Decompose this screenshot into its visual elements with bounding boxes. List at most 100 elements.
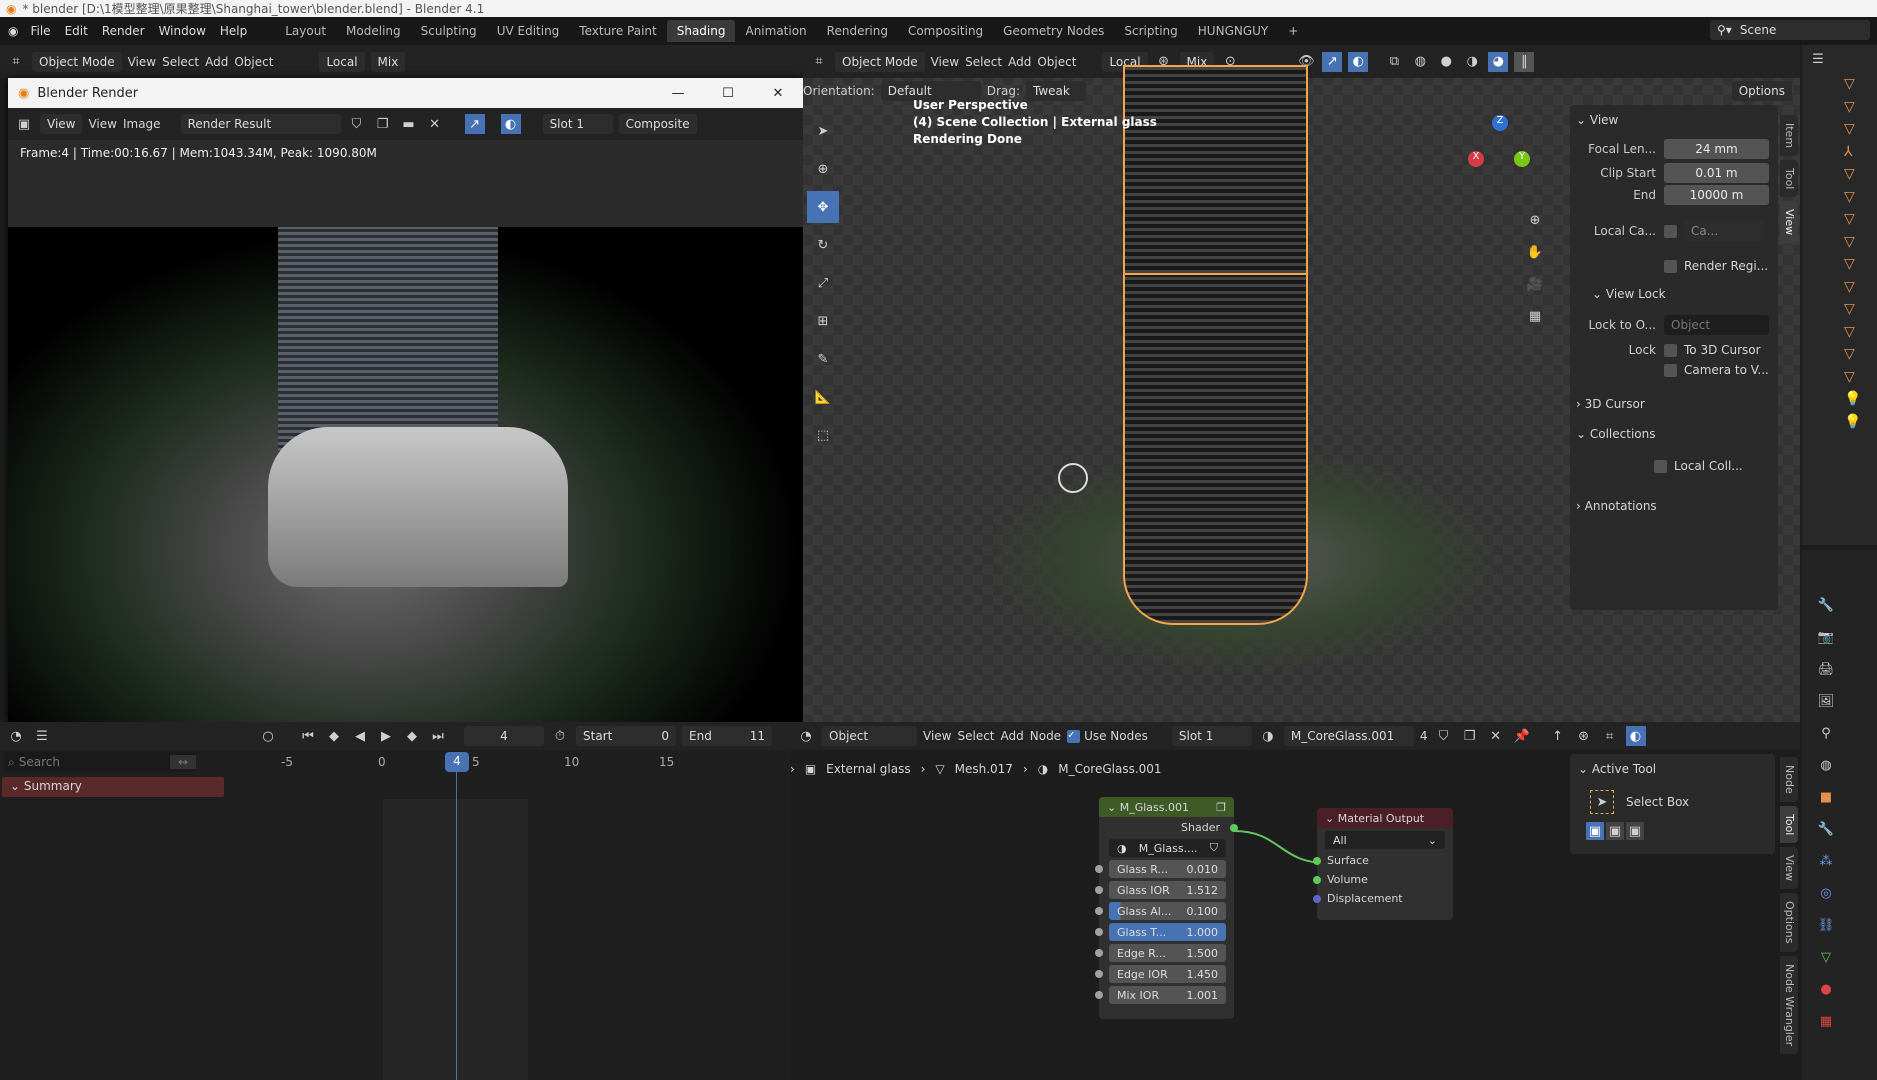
editor-type-icon[interactable]: ⌗ [6,52,26,72]
input-socket[interactable] [1095,991,1103,999]
view-layer-properties-icon[interactable]: 🖼 [1816,691,1836,711]
properties-editor[interactable]: 🔧 📷 🖨 🖼 ⚲ ◍ ■ 🔧 ⁂ ◎ ⛓ ▽ ● ▦ [1802,550,1877,1080]
navigation-gizmo[interactable]: Z X Y [1468,115,1538,195]
displacement-socket[interactable] [1313,895,1321,903]
mesh-object-icon[interactable]: ▽ [1844,253,1877,276]
xray-icon[interactable]: ⧉ [1384,52,1404,72]
local-camera-checkbox[interactable] [1664,224,1677,238]
input-socket[interactable] [1095,907,1103,915]
light-object-icon[interactable]: 💡 [1844,388,1877,411]
mesh-object-icon[interactable]: ▽ [1844,208,1877,231]
transform-orientation-dropdown[interactable]: Local [319,51,365,72]
gizmo-toggle-icon[interactable]: ↗ [464,114,485,134]
light-object-icon[interactable]: 💡 [1844,411,1877,434]
menu-view[interactable]: View [88,117,116,131]
camera-view-icon[interactable]: 🎥 [1525,274,1545,294]
playhead-line[interactable] [456,752,457,1080]
shader-type-dropdown[interactable]: Object [822,726,917,746]
editor-type-icon[interactable]: ▣ [14,114,34,134]
active-tool-header[interactable]: ⌄ Active Tool [1578,762,1767,776]
menu-help[interactable]: Help [220,24,247,38]
blender-menu-icon[interactable]: ◉ [8,24,18,38]
volume-socket[interactable] [1313,876,1321,884]
render-region-checkbox[interactable] [1664,259,1677,273]
image-selector[interactable]: Render Result [180,114,341,134]
close-button[interactable]: ✕ [753,86,803,101]
menu-object[interactable]: Object [234,55,273,69]
menu-render[interactable]: Render [102,24,145,38]
menu-file[interactable]: File [30,24,50,38]
summary-channel[interactable]: ⌄ Summary [2,777,224,797]
pause-render-icon[interactable]: ‖ [1514,51,1535,72]
render-properties-icon[interactable]: 📷 [1816,627,1836,647]
menu-view[interactable]: View [931,55,959,69]
tab-texture-paint[interactable]: Texture Paint [569,20,666,42]
playhead-frame[interactable]: 4 [445,752,469,772]
mesh-object-icon[interactable]: ▽ [1844,343,1877,366]
outliner[interactable]: ☰ ▽ ▽ ▽ ⅄ ▽ ▽ ▽ ▽ ▽ ▽ ▽ ▽ ▽ ▽ 💡 💡 [1802,45,1877,545]
minimize-button[interactable]: — [653,86,703,101]
constraints-properties-icon[interactable]: ⛓ [1816,915,1836,935]
target-dropdown[interactable]: All ⌄ [1325,831,1445,849]
tab-view[interactable]: View [1780,201,1798,244]
tab-layout[interactable]: Layout [275,20,336,42]
material-browse-icon[interactable]: ◑ [1258,726,1278,746]
options-dropdown[interactable]: Options [1731,80,1792,101]
mesh-object-icon[interactable]: ▽ [1844,321,1877,344]
fake-user-icon[interactable]: ⛉ [1434,726,1454,746]
mesh-object-icon[interactable]: ▽ [1844,96,1877,119]
timeline[interactable]: ◔ ☰ ○ ⏮ ◆ ◀ ▶ ◆ ⏭ 4 ⏱ Start 0 End 11 ⌕ Sea… [0,722,790,1080]
proportional-mix-dropdown[interactable]: Mix [370,51,406,72]
move-tool-icon[interactable]: ✥ [807,191,839,223]
output-properties-icon[interactable]: 🖨 [1816,659,1836,679]
menu-edit[interactable]: Edit [65,24,88,38]
new-image-icon[interactable]: ❐ [373,114,393,134]
material-name-field[interactable]: M_CoreGlass.001 [1283,726,1414,746]
mesh-object-icon[interactable]: ▽ [1844,186,1877,209]
active-tool-row[interactable]: ➤ Select Box [1590,790,1767,814]
add-workspace-icon[interactable]: + [1278,20,1308,42]
material-output-header[interactable]: ⌄ Material Output [1317,808,1453,828]
input-mix-ior[interactable]: Mix IOR 1.001 [1095,986,1226,1004]
input-socket[interactable] [1095,886,1103,894]
measure-tool-icon[interactable]: 📐 [807,381,839,413]
modifier-properties-icon[interactable]: 🔧 [1816,819,1836,839]
parent-node-tree-icon[interactable]: ↑ [1548,726,1568,746]
input-edge-roughness[interactable]: Edge R... 1.500 [1095,944,1226,962]
lock-3d-cursor-checkbox[interactable] [1664,343,1677,357]
zoom-icon[interactable]: ⊕ [1525,210,1545,230]
jump-start-icon[interactable]: ⏮ [298,726,318,746]
play-icon[interactable]: ▶ [376,726,396,746]
tool-properties-icon[interactable]: 🔧 [1816,595,1836,615]
view-lock-header[interactable]: ⌄ View Lock [1592,287,1772,301]
swap-icon[interactable]: ↔ [170,755,196,769]
menu-select[interactable]: Select [957,729,994,743]
pin-icon[interactable]: 📌 [1512,726,1532,746]
camera-to-view-checkbox[interactable] [1664,363,1677,377]
next-keyframe-icon[interactable]: ◆ [402,726,422,746]
pass-dropdown[interactable]: Composite [618,114,697,134]
select-extend-icon[interactable]: ▣ [1606,822,1624,840]
prev-keyframe-icon[interactable]: ◆ [324,726,344,746]
node-group-icon[interactable]: ❐ [1216,801,1226,814]
input-glass-roughness[interactable]: Glass R... 0.010 [1095,860,1226,878]
scale-tool-icon[interactable]: ⤢ [807,267,839,299]
selected-tower-object[interactable] [1123,65,1308,625]
scene-properties-icon[interactable]: ⚲ [1816,723,1836,743]
menu-view[interactable]: View [923,729,951,743]
input-socket[interactable] [1095,865,1103,873]
tab-shading[interactable]: Shading [666,20,736,42]
keying-icon[interactable]: ○ [258,726,278,746]
display-mode-icon[interactable]: ☰ [1808,49,1828,69]
view-mode-dropdown[interactable]: View [40,114,83,134]
tab-view[interactable]: View [1780,847,1798,890]
snap-icon[interactable]: ⊛ [1574,726,1594,746]
node-group-selector[interactable]: ◑ M_Glass.... ⛉ [1109,839,1226,857]
local-collections-checkbox[interactable] [1654,459,1667,473]
current-frame-field[interactable]: 4 [464,726,544,746]
solid-shading-icon[interactable]: ● [1436,52,1456,72]
menu-node[interactable]: Node [1030,729,1061,743]
tab-animation[interactable]: Animation [735,20,816,42]
mesh-object-icon[interactable]: ▽ [1844,73,1877,96]
channel-search-input[interactable]: ⌕ Search ↔ [4,752,196,772]
